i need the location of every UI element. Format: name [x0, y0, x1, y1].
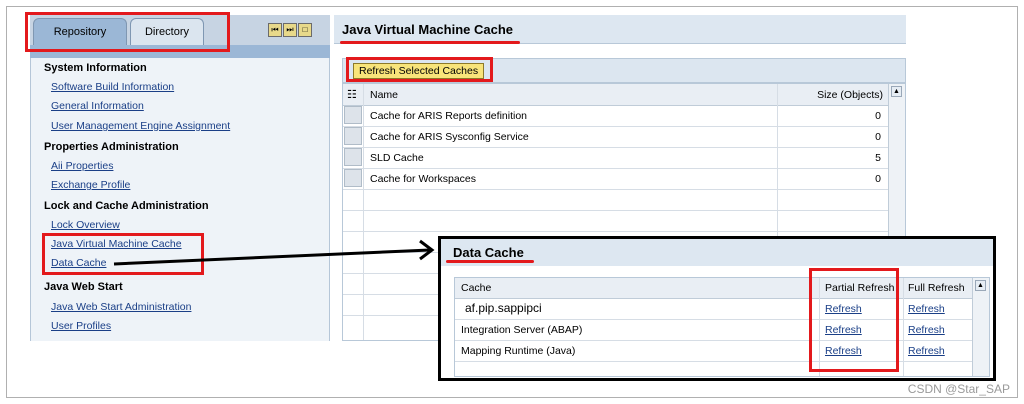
annotation-arrow	[113, 239, 435, 266]
watermark: CSDN @Star_SAP	[907, 382, 1010, 396]
